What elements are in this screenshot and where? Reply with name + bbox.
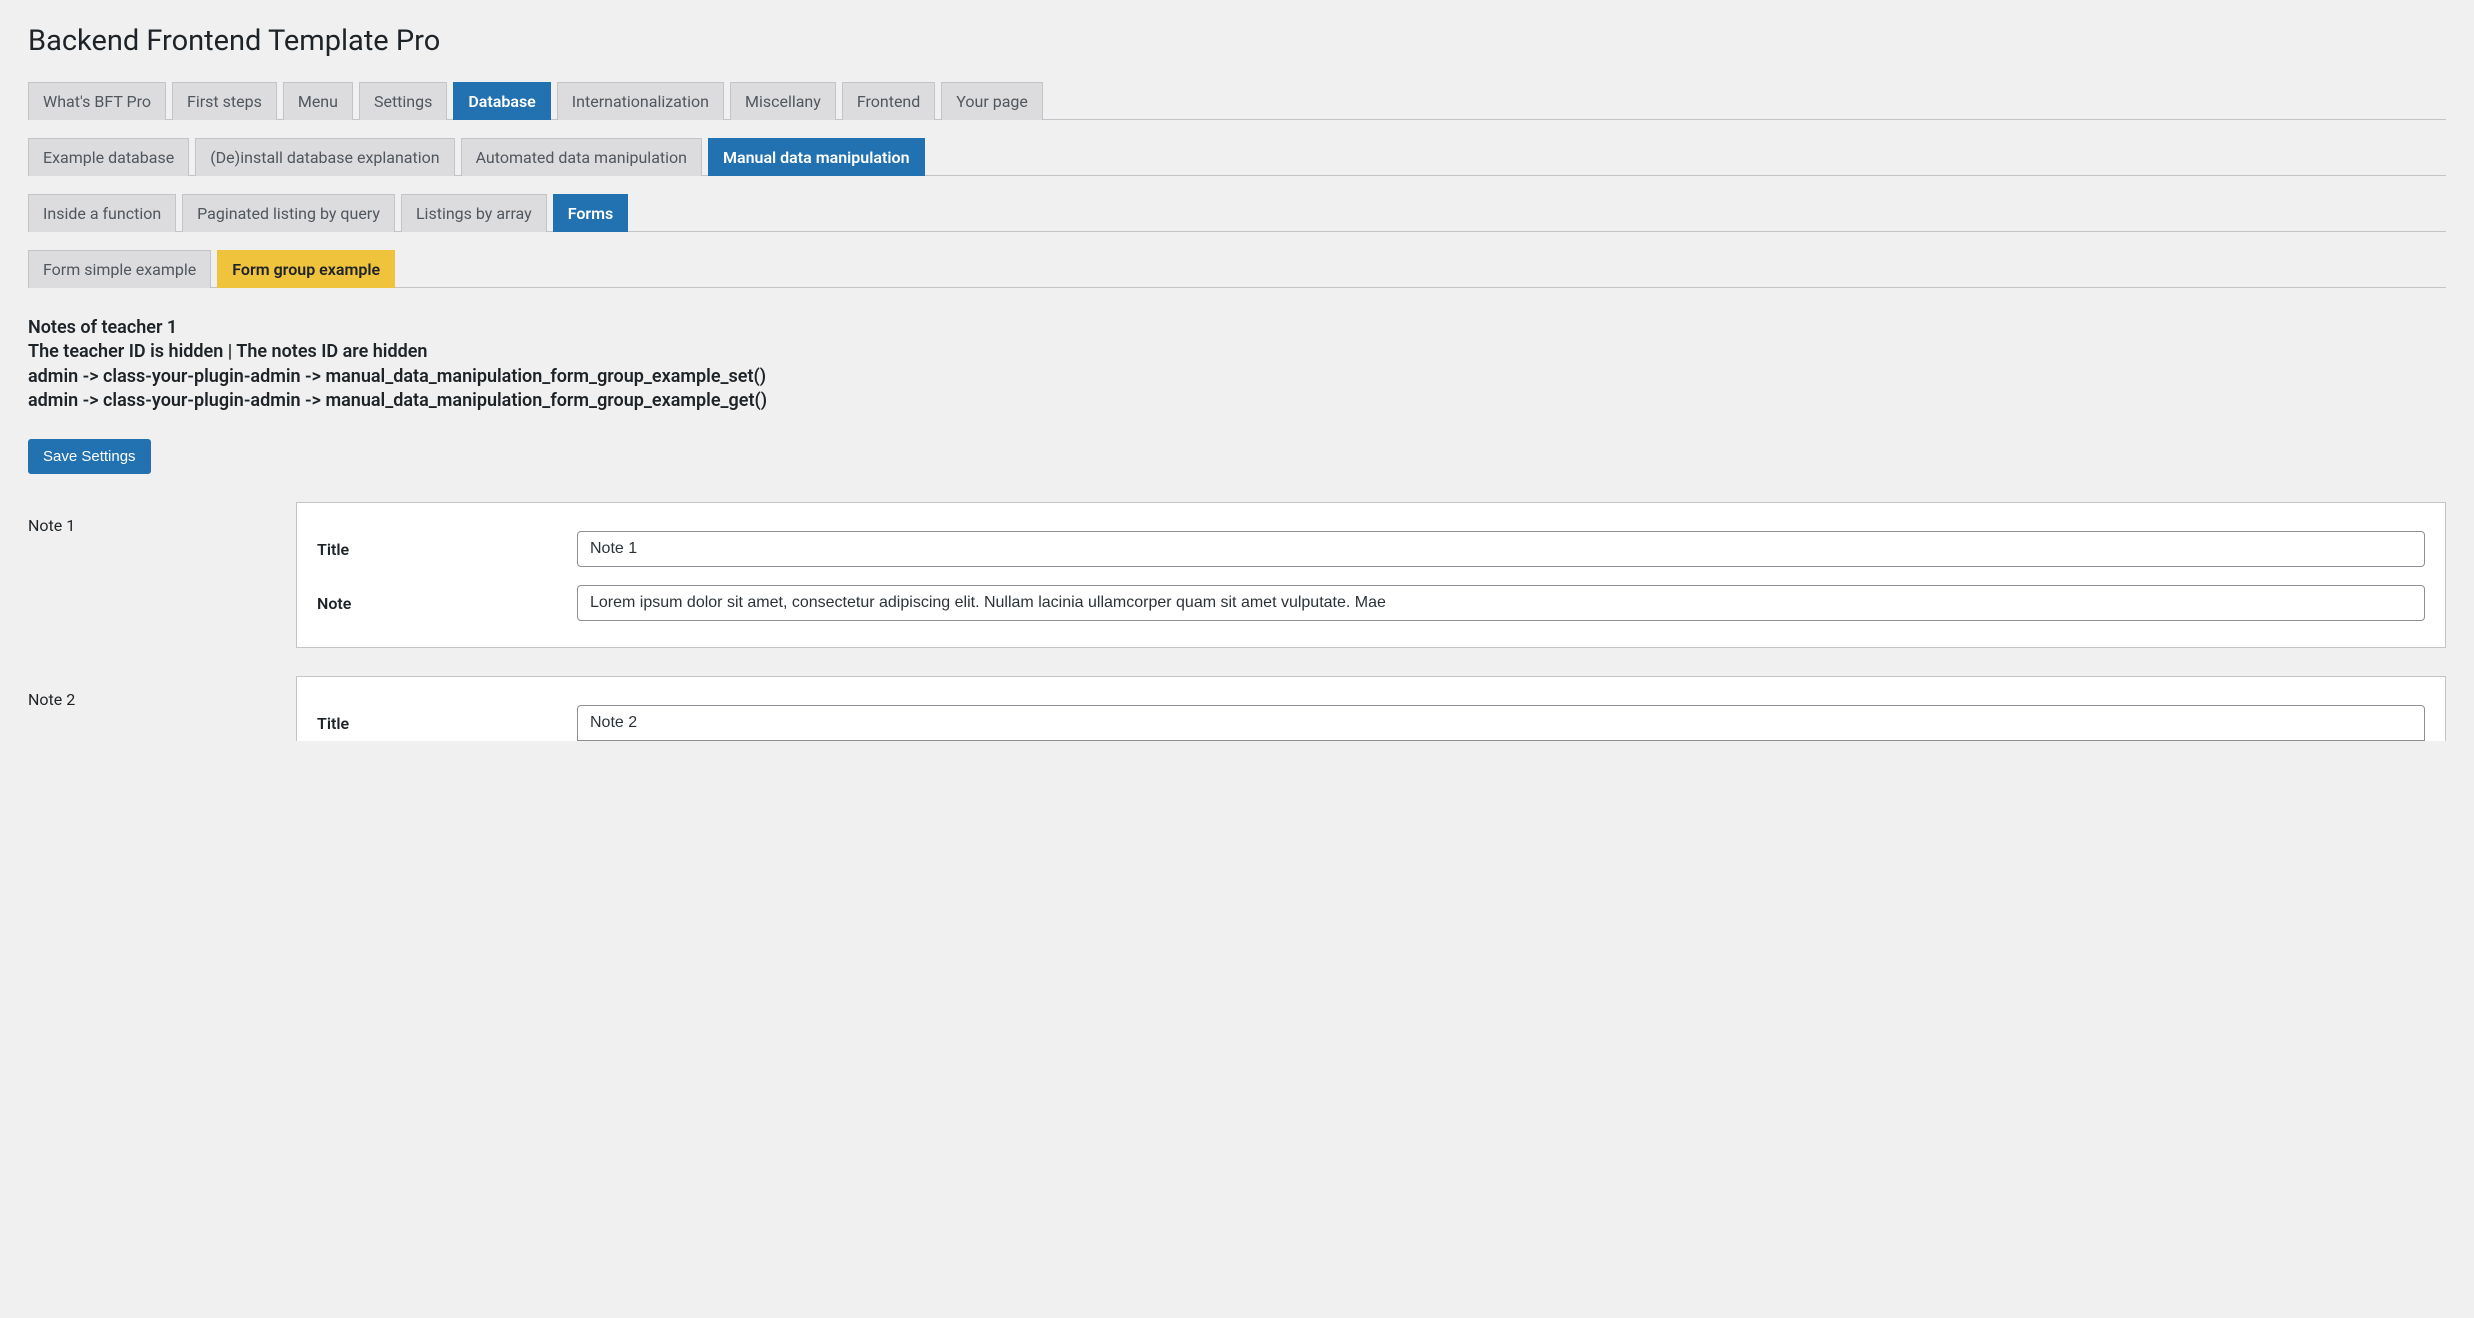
tab-manual-data-manipulation[interactable]: Manual data manipulation [708,138,925,176]
tab-first-steps[interactable]: First steps [172,82,277,120]
tab-whats-bft-pro[interactable]: What's BFT Pro [28,82,166,120]
note-section-2: Note 2 Title [28,676,2446,741]
field-label-title: Title [317,540,577,559]
title-input[interactable] [577,531,2425,567]
field-row-note: Note [317,585,2425,621]
tab-menu[interactable]: Menu [283,82,353,120]
heading-block: Notes of teacher 1 The teacher ID is hid… [28,316,2446,413]
tab-deinstall-database-explanation[interactable]: (De)install database explanation [195,138,454,176]
tab-forms[interactable]: Forms [553,194,629,232]
heading-line: admin -> class-your-plugin-admin -> manu… [28,389,2446,413]
heading-line: admin -> class-your-plugin-admin -> manu… [28,365,2446,389]
tab-frontend[interactable]: Frontend [842,82,935,120]
tab-your-page[interactable]: Your page [941,82,1043,120]
field-label-note: Note [317,594,577,613]
note-section-label: Note 1 [28,502,296,535]
page-title: Backend Frontend Template Pro [28,0,2446,82]
tab-miscellany[interactable]: Miscellany [730,82,836,120]
tab-database[interactable]: Database [453,82,550,120]
save-settings-button[interactable]: Save Settings [28,439,151,474]
heading-line: The teacher ID is hidden | The notes ID … [28,340,2446,364]
tab-row-3: Inside a function Paginated listing by q… [28,194,2446,232]
heading-line: Notes of teacher 1 [28,316,2446,340]
note-section-box: Title [296,676,2446,741]
tab-form-simple-example[interactable]: Form simple example [28,250,211,288]
note-section-box: Title Note [296,502,2446,648]
field-label-title: Title [317,714,577,733]
note-section-label: Note 2 [28,676,296,709]
tab-inside-a-function[interactable]: Inside a function [28,194,176,232]
tab-row-2: Example database (De)install database ex… [28,138,2446,176]
tab-form-group-example[interactable]: Form group example [217,250,395,288]
note-input[interactable] [577,585,2425,621]
tab-example-database[interactable]: Example database [28,138,189,176]
tab-automated-data-manipulation[interactable]: Automated data manipulation [461,138,702,176]
note-section-1: Note 1 Title Note [28,502,2446,648]
tab-row-4: Form simple example Form group example [28,250,2446,288]
field-row-title: Title [317,705,2425,741]
tab-paginated-listing-by-query[interactable]: Paginated listing by query [182,194,395,232]
tab-settings[interactable]: Settings [359,82,447,120]
tab-listings-by-array[interactable]: Listings by array [401,194,547,232]
field-row-title: Title [317,531,2425,567]
tab-internationalization[interactable]: Internationalization [557,82,724,120]
tab-row-1: What's BFT Pro First steps Menu Settings… [28,82,2446,120]
title-input[interactable] [577,705,2425,741]
